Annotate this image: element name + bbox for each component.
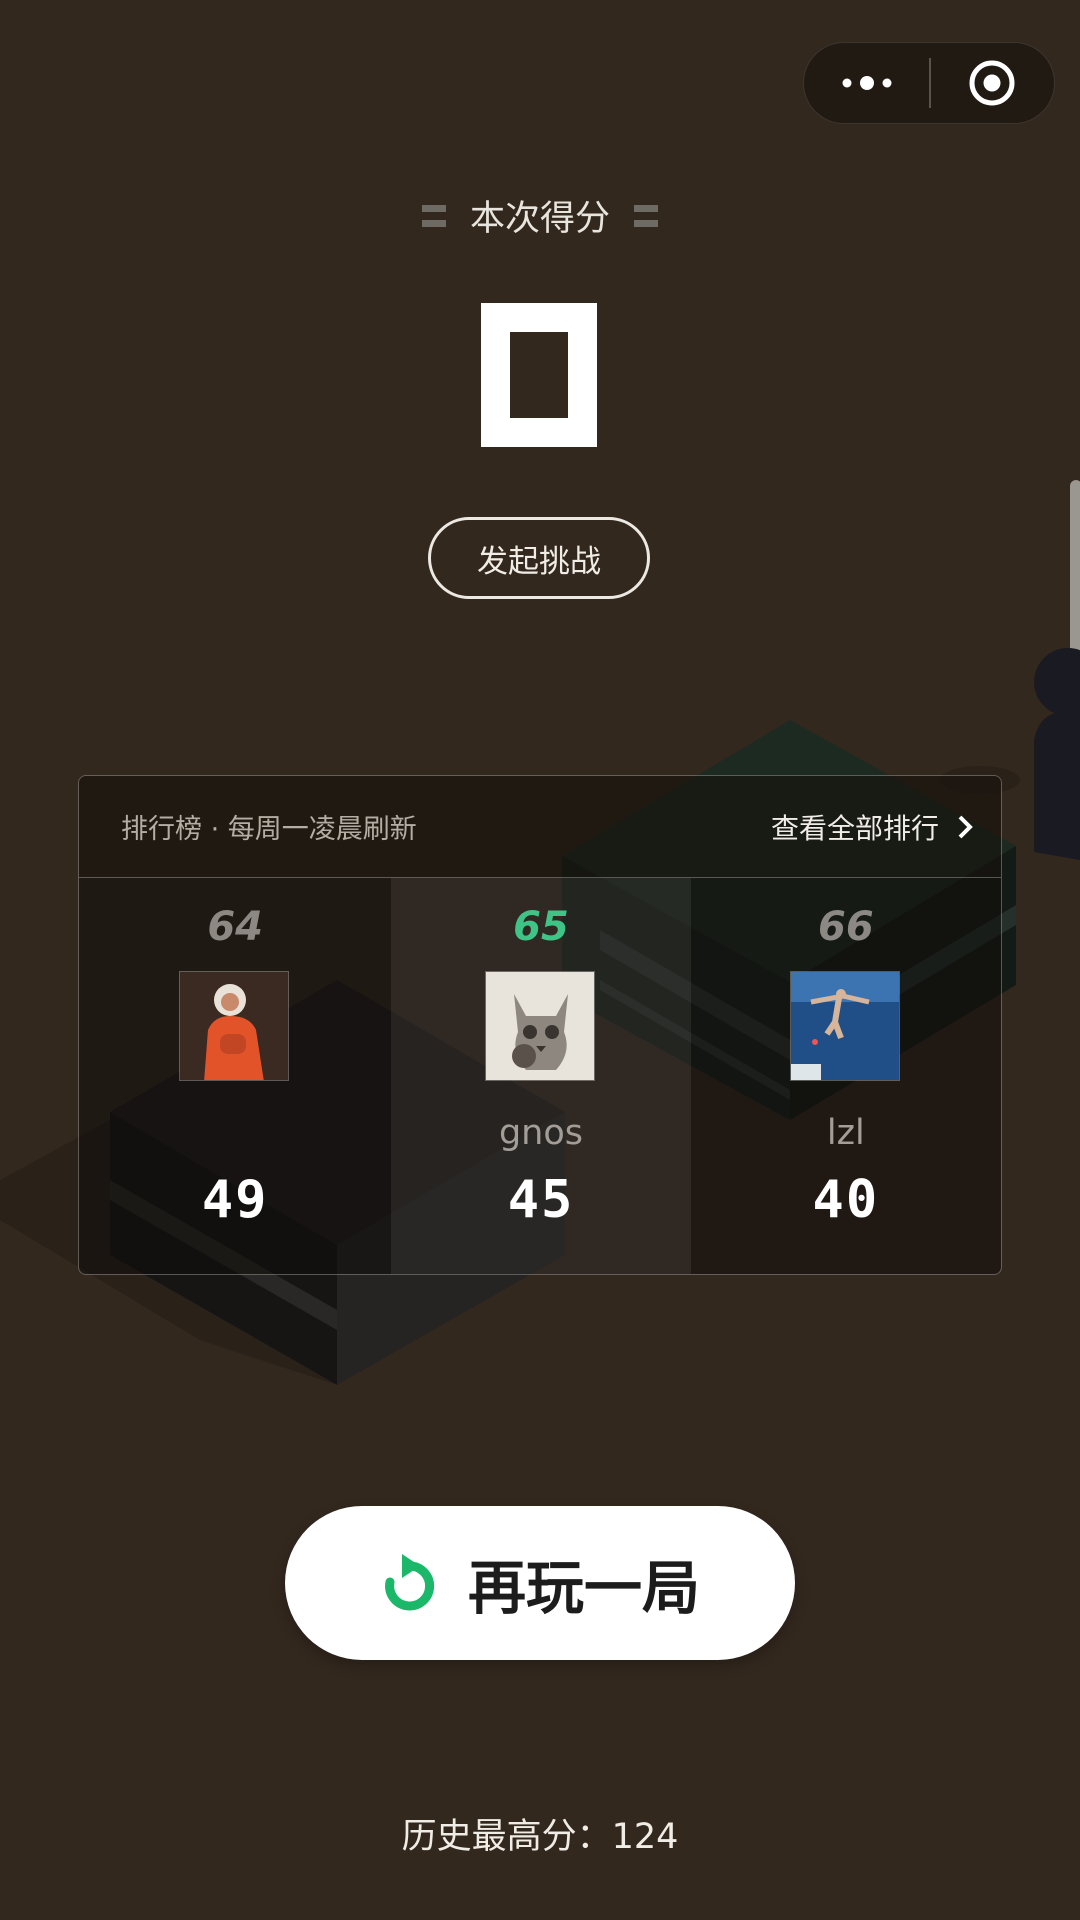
restart-icon xyxy=(385,1554,435,1611)
entry-rank: 65 xyxy=(513,904,569,950)
leaderboard-entry-self[interactable]: 65 gnos 45 xyxy=(391,878,691,1274)
target-close-icon xyxy=(969,60,1015,106)
more-dots-icon xyxy=(842,76,891,90)
astronaut-avatar xyxy=(179,971,290,1081)
entry-score: 49 xyxy=(201,1170,269,1230)
score-title-text: 本次得分 xyxy=(469,199,610,239)
leaderboard-entry[interactable]: 66 lzl 40 xyxy=(690,878,1001,1274)
best-score: 历史最高分：124 xyxy=(401,1817,679,1857)
entry-score: 45 xyxy=(507,1170,575,1230)
current-score: 0 xyxy=(481,303,597,447)
title-decoration-right xyxy=(634,204,658,227)
entry-nickname: gnos xyxy=(498,1113,584,1153)
close-button[interactable] xyxy=(931,43,1055,123)
entry-nickname: lzl xyxy=(826,1113,865,1153)
entry-rank: 66 xyxy=(818,904,874,950)
score-title: 本次得分 xyxy=(0,190,1080,241)
more-button[interactable] xyxy=(804,43,929,123)
leaderboard-header: 排行榜 · 每周一凌晨刷新 查看全部排行 xyxy=(79,776,1001,878)
player-piece xyxy=(1034,480,1080,860)
leaderboard-subtitle: 排行榜 · 每周一凌晨刷新 xyxy=(121,814,417,845)
play-again-label: 再玩一局 xyxy=(467,1554,700,1622)
leaderboard-entry[interactable]: 64 49 xyxy=(79,878,392,1274)
score-digit-graphic xyxy=(481,303,597,447)
title-decoration-left xyxy=(421,204,446,227)
play-again-button[interactable]: 再玩一局 xyxy=(285,1506,795,1660)
view-all-rankings-link[interactable]: 查看全部排行 xyxy=(771,807,973,847)
entry-rank: 64 xyxy=(207,904,263,950)
diving-avatar xyxy=(789,971,900,1081)
cat-avatar xyxy=(485,971,595,1081)
miniprogram-capsule xyxy=(803,42,1055,124)
view-all-label: 查看全部排行 xyxy=(770,811,939,845)
chevron-right-icon xyxy=(958,815,973,838)
leaderboard: 排行榜 · 每周一凌晨刷新 查看全部排行 64 49 65 gnos 45 66… xyxy=(78,775,1002,1275)
entry-score: 40 xyxy=(812,1170,880,1230)
challenge-button[interactable]: 发起挑战 xyxy=(428,517,650,599)
